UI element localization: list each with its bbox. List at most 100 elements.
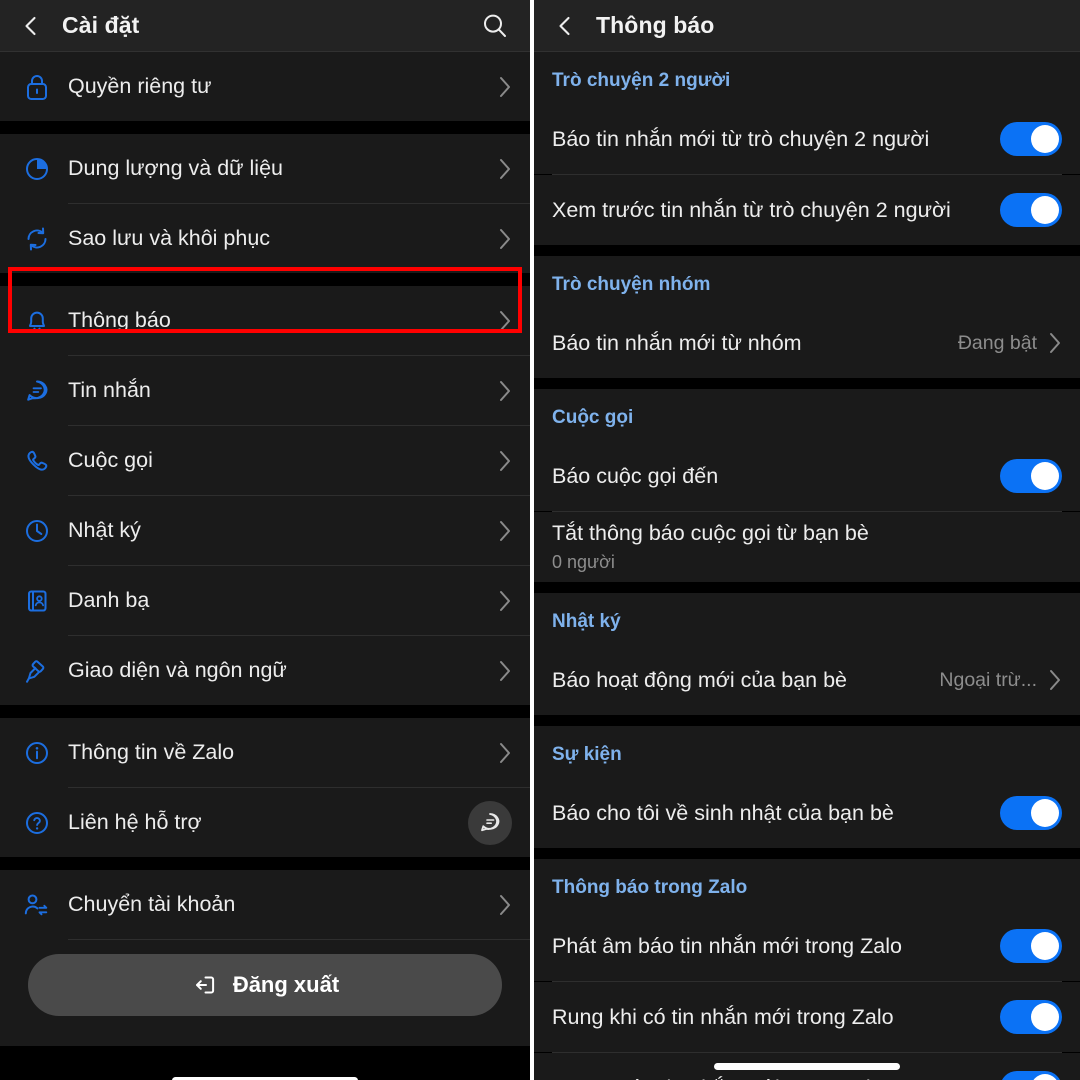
sidebar-item-label: Giao diện và ngôn ngữ xyxy=(68,658,287,682)
chevron-right-icon xyxy=(500,894,510,915)
setting-row-preview-in-app[interactable]: Xem trước tin nhắn mới trong Zalo xyxy=(534,1053,1080,1080)
sidebar-item-calls[interactable]: Cuộc gọi xyxy=(0,426,530,495)
section-header: Nhật ký xyxy=(534,593,1080,645)
sidebar-item-label: Danh bạ xyxy=(68,588,150,612)
settings-screen: Cài đặt Quyền riêng tư Dung lượng và dữ … xyxy=(0,0,530,1080)
row-label: Tắt thông báo cuộc gọi từ bạn bè xyxy=(552,521,869,546)
sidebar-item-backup-restore[interactable]: Sao lưu và khôi phục xyxy=(0,204,530,273)
sidebar-item-label: Liên hệ hỗ trợ xyxy=(68,810,202,834)
toggle-birthday[interactable] xyxy=(1000,796,1062,830)
chevron-right-icon xyxy=(500,520,510,541)
sidebar-item-label: Thông tin về Zalo xyxy=(68,740,235,764)
toggle-knob xyxy=(1031,462,1059,490)
setting-row-mute-friend-calls[interactable]: Tắt thông báo cuộc gọi từ bạn bè 0 người xyxy=(534,512,1080,582)
sidebar-item-label: Chuyển tài khoản xyxy=(68,892,236,916)
row-label-with-sub: Tắt thông báo cuộc gọi từ bạn bè 0 người xyxy=(552,520,1062,573)
sidebar-item-notifications[interactable]: Thông báo xyxy=(0,286,530,355)
chevron-right-icon xyxy=(500,590,510,611)
sidebar-item-label: Nhật ký xyxy=(68,518,141,542)
search-icon xyxy=(484,14,506,37)
sidebar-item-label: Tin nhắn xyxy=(68,378,151,402)
sidebar-item-label: Quyền riêng tư xyxy=(68,74,212,98)
chevron-right-icon xyxy=(500,450,510,471)
settings-group-storage: Dung lượng và dữ liệu Sao lưu và khôi ph… xyxy=(0,134,530,273)
row-label: Rung khi có tin nhắn mới trong Zalo xyxy=(552,1004,894,1029)
logout-button[interactable]: Đăng xuất xyxy=(28,954,502,1016)
logout-label: Đăng xuất xyxy=(232,972,340,997)
pie-chart-icon xyxy=(16,155,58,183)
page-title: Cài đặt xyxy=(62,12,140,38)
toggle-sound-in-app[interactable] xyxy=(1000,929,1062,963)
notifications-screen: Thông báo Trò chuyện 2 người Báo tin nhắ… xyxy=(530,0,1080,1080)
paint-roller-icon xyxy=(16,657,58,685)
sidebar-item-activity-log[interactable]: Nhật ký xyxy=(0,496,530,565)
settings-group-main: Thông báo Tin nhắn Cuộc gọi Nhật ký Danh… xyxy=(0,286,530,705)
row-trailing xyxy=(499,76,512,98)
sidebar-item-theme-language[interactable]: Giao diện và ngôn ngữ xyxy=(0,636,530,705)
home-bar-area-left xyxy=(0,1046,530,1080)
row-trailing xyxy=(499,450,512,472)
setting-row-new-message-direct[interactable]: Báo tin nhắn mới từ trò chuyện 2 người xyxy=(534,104,1080,174)
group-separator xyxy=(0,705,530,718)
back-button[interactable] xyxy=(18,13,44,39)
setting-row-friend-activity[interactable]: Báo hoạt động mới của bạn bè Ngoại trừ..… xyxy=(534,645,1080,715)
contact-book-icon xyxy=(16,587,58,615)
setting-row-preview-direct[interactable]: Xem trước tin nhắn từ trò chuyện 2 người xyxy=(534,175,1080,245)
section-separator xyxy=(534,582,1080,593)
setting-row-incoming-call[interactable]: Báo cuộc gọi đến xyxy=(534,441,1080,511)
group-separator xyxy=(0,857,530,870)
toggle-preview-in-app[interactable] xyxy=(1000,1071,1062,1080)
page-title: Thông báo xyxy=(596,12,715,38)
toggle-vibrate-in-app[interactable] xyxy=(1000,1000,1062,1034)
sidebar-item-messages[interactable]: Tin nhắn xyxy=(0,356,530,425)
toggle-knob xyxy=(1031,1074,1059,1080)
toggle-incoming-call[interactable] xyxy=(1000,459,1062,493)
sidebar-item-about-zalo[interactable]: Thông tin về Zalo xyxy=(0,718,530,787)
lock-icon xyxy=(16,72,58,102)
settings-group-account: Chuyển tài khoản Đăng xuất xyxy=(0,870,530,1046)
search-button[interactable] xyxy=(478,9,512,43)
chevron-left-icon xyxy=(559,16,570,35)
sync-refresh-icon xyxy=(16,225,58,253)
section-in-app: Thông báo trong Zalo Phát âm báo tin nhắ… xyxy=(534,859,1080,1080)
settings-group-about: Thông tin về Zalo Liên hệ hỗ trợ xyxy=(0,718,530,857)
chevron-right-icon xyxy=(500,742,510,763)
chevron-right-icon xyxy=(500,228,510,249)
toggle-new-message-direct[interactable] xyxy=(1000,122,1062,156)
bell-icon xyxy=(16,306,58,336)
toggle-preview-direct[interactable] xyxy=(1000,193,1062,227)
sidebar-item-privacy[interactable]: Quyền riêng tư xyxy=(0,52,530,121)
setting-row-new-message-group[interactable]: Báo tin nhắn mới từ nhóm Đang bật xyxy=(534,308,1080,378)
row-trailing xyxy=(499,590,512,612)
back-button[interactable] xyxy=(552,13,578,39)
dual-phone-screenshot: Cài đặt Quyền riêng tư Dung lượng và dữ … xyxy=(0,0,1080,1080)
sidebar-item-contact-support[interactable]: Liên hệ hỗ trợ xyxy=(0,788,530,857)
setting-row-birthday[interactable]: Báo cho tôi về sinh nhật của bạn bè xyxy=(534,778,1080,848)
section-direct-chat: Trò chuyện 2 người Báo tin nhắn mới từ t… xyxy=(534,52,1080,245)
sidebar-item-contacts[interactable]: Danh bạ xyxy=(0,566,530,635)
row-value: Đang bật xyxy=(957,331,1037,354)
sidebar-item-storage-data[interactable]: Dung lượng và dữ liệu xyxy=(0,134,530,203)
row-trailing xyxy=(499,894,512,916)
section-separator xyxy=(534,245,1080,256)
chevron-right-icon xyxy=(500,310,510,331)
section-activity-log: Nhật ký Báo hoạt động mới của bạn bè Ngo… xyxy=(534,593,1080,715)
settings-group-privacy: Quyền riêng tư xyxy=(0,52,530,121)
sidebar-item-label: Thông báo xyxy=(68,308,171,332)
section-header: Cuộc gọi xyxy=(534,389,1080,441)
setting-row-sound-in-app[interactable]: Phát âm báo tin nhắn mới trong Zalo xyxy=(534,911,1080,981)
setting-row-vibrate-in-app[interactable]: Rung khi có tin nhắn mới trong Zalo xyxy=(534,982,1080,1052)
section-header: Trò chuyện 2 người xyxy=(534,52,1080,104)
row-trailing xyxy=(499,310,512,332)
row-label: Xem trước tin nhắn mới trong Zalo xyxy=(552,1075,1000,1080)
sidebar-item-switch-account[interactable]: Chuyển tài khoản xyxy=(0,870,530,939)
section-header: Sự kiện xyxy=(534,726,1080,778)
row-label: Xem trước tin nhắn từ trò chuyện 2 người xyxy=(552,197,951,222)
chevron-right-icon xyxy=(500,76,510,97)
home-indicator xyxy=(172,1076,358,1080)
toggle-knob xyxy=(1031,125,1059,153)
section-separator xyxy=(534,715,1080,726)
phone-icon xyxy=(16,447,58,475)
support-chat-icon[interactable] xyxy=(468,800,512,845)
row-label: Báo tin nhắn mới từ nhóm xyxy=(552,330,802,355)
